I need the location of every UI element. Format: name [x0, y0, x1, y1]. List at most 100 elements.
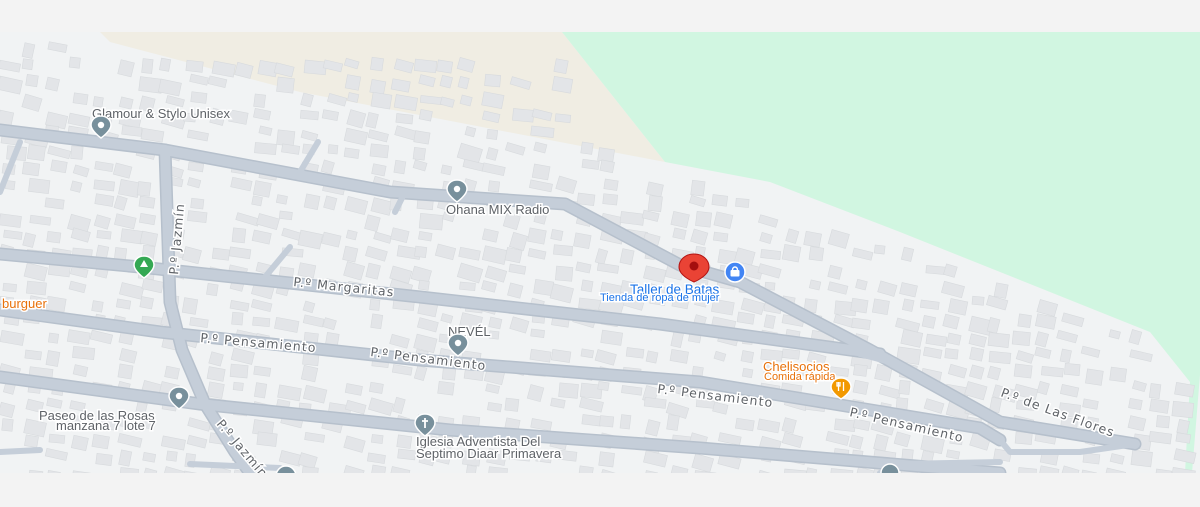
- building: [253, 93, 266, 108]
- building: [507, 282, 524, 299]
- building: [551, 75, 574, 94]
- building: [190, 91, 208, 104]
- building: [26, 280, 47, 296]
- building: [850, 297, 869, 314]
- building: [993, 282, 1009, 299]
- building: [987, 332, 1010, 348]
- building: [413, 130, 431, 145]
- building: [1085, 368, 1104, 386]
- building: [21, 161, 41, 177]
- building: [1109, 366, 1128, 383]
- building: [969, 346, 985, 362]
- building: [95, 452, 113, 466]
- building: [117, 59, 135, 78]
- building: [418, 212, 444, 231]
- building: [370, 56, 384, 72]
- building: [369, 143, 390, 159]
- building: [504, 247, 523, 264]
- place-label-burguer[interactable]: burguer: [1, 295, 49, 313]
- building: [142, 452, 157, 463]
- building: [735, 197, 750, 208]
- building: [527, 227, 547, 245]
- building: [711, 194, 729, 207]
- building: [96, 229, 112, 240]
- building: [603, 178, 619, 191]
- building: [412, 146, 426, 161]
- building: [533, 278, 555, 297]
- building: [229, 363, 249, 379]
- building: [1, 418, 14, 432]
- building: [763, 314, 776, 329]
- building: [369, 298, 381, 311]
- building: [206, 283, 219, 297]
- building: [370, 91, 393, 110]
- building: [598, 451, 615, 468]
- building: [1063, 362, 1081, 376]
- building: [597, 147, 615, 163]
- building: [121, 125, 143, 137]
- building: [851, 317, 871, 330]
- building: [327, 144, 339, 155]
- building: [599, 159, 615, 174]
- place-label-glamour[interactable]: Glamour & Stylo Unisex: [91, 105, 232, 123]
- building: [530, 328, 545, 338]
- building: [852, 379, 869, 395]
- building: [647, 195, 663, 213]
- building: [47, 332, 60, 344]
- building: [397, 448, 417, 461]
- building: [690, 179, 706, 197]
- building: [93, 179, 116, 192]
- building: [625, 347, 645, 359]
- building: [459, 281, 476, 291]
- building: [553, 244, 574, 257]
- building: [808, 246, 825, 262]
- building: [28, 177, 51, 195]
- building: [254, 142, 277, 156]
- building: [1128, 397, 1143, 411]
- building: [1040, 365, 1064, 378]
- building: [573, 232, 592, 250]
- building: [181, 297, 199, 315]
- building: [437, 380, 455, 396]
- building: [581, 414, 602, 427]
- building: [581, 158, 600, 170]
- building: [120, 228, 144, 245]
- building: [713, 231, 729, 243]
- map-view[interactable]: P.º Jazmín P.º Margaritas P.º Pensamient…: [0, 32, 1200, 473]
- building: [988, 350, 1012, 365]
- building: [695, 210, 713, 228]
- place-subtitle-taller: Tienda de ropa de mujer: [600, 292, 720, 304]
- building: [827, 264, 843, 280]
- building: [487, 180, 501, 193]
- building: [439, 74, 453, 89]
- building: [347, 92, 360, 103]
- building: [1149, 398, 1170, 414]
- building: [619, 414, 632, 430]
- building: [736, 311, 755, 325]
- building: [760, 249, 782, 260]
- building: [873, 244, 886, 255]
- building: [555, 265, 574, 282]
- building: [166, 450, 178, 462]
- building: [619, 248, 635, 266]
- place-subtitle-chelisocios: Comida rápida: [764, 371, 836, 383]
- shopping-bag-pin-icon[interactable]: [724, 261, 746, 283]
- building: [50, 159, 68, 174]
- building: [602, 193, 618, 206]
- building: [371, 434, 384, 444]
- building: [185, 59, 204, 73]
- building: [834, 418, 856, 432]
- building: [645, 350, 659, 364]
- building: [781, 243, 802, 263]
- building: [1082, 452, 1101, 465]
- place-label-ohana[interactable]: Ohana MIX Radio: [445, 201, 551, 219]
- building: [190, 197, 205, 210]
- building: [72, 92, 89, 106]
- building: [45, 350, 61, 367]
- building: [206, 381, 225, 399]
- building: [252, 316, 271, 328]
- building: [231, 227, 247, 244]
- building: [211, 247, 231, 261]
- building: [512, 108, 535, 123]
- building: [300, 365, 319, 383]
